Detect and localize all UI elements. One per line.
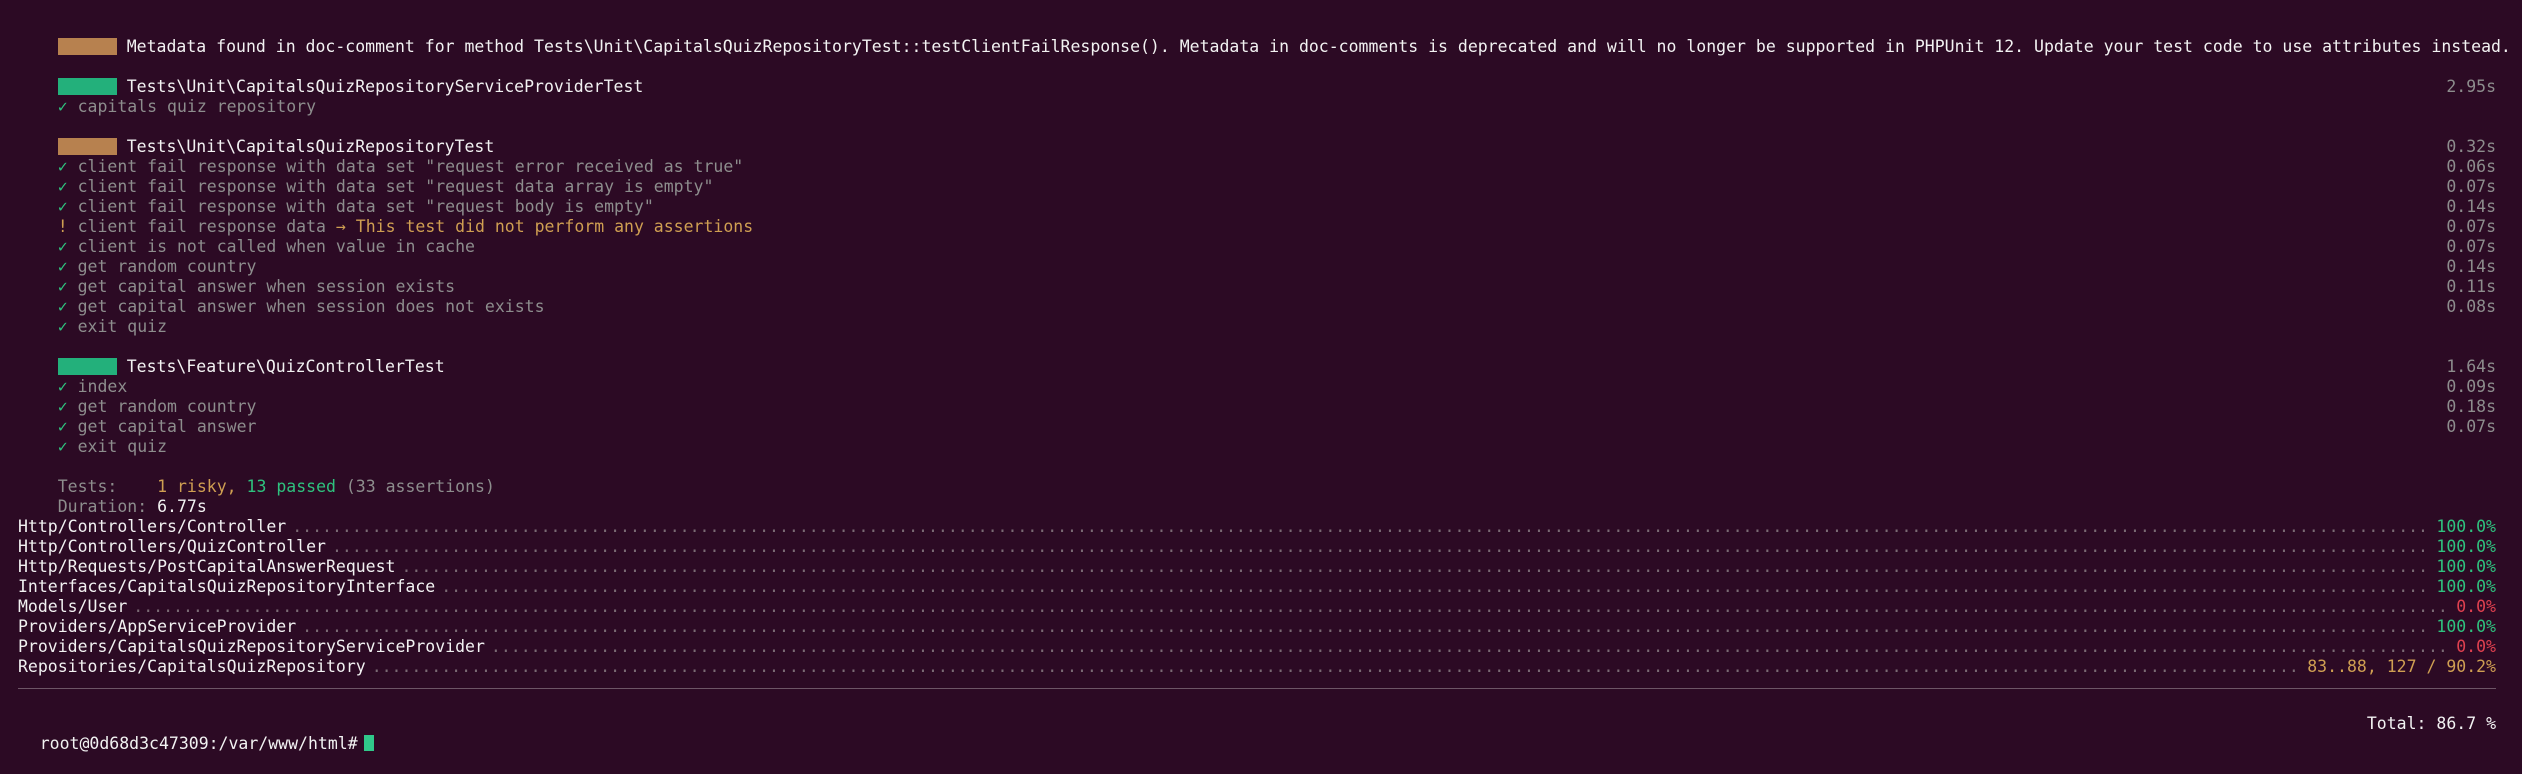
coverage-file: Providers/AppServiceProvider	[18, 617, 297, 636]
tests-summary: Tests: 1 risky, 13 passed (33 assertions…	[18, 457, 2496, 496]
divider	[18, 688, 2496, 689]
coverage-file: Http/Controllers/QuizController	[18, 537, 326, 556]
duration-value: 6.77s	[157, 497, 207, 516]
test-row: ✓ client fail response with data set "re…	[18, 157, 2496, 196]
test-row: ✓ capitals quiz repository 2.95s	[18, 77, 2496, 116]
coverage-percent: 100.0%	[2436, 617, 2496, 636]
test-duration: 0.07s	[2446, 217, 2496, 236]
warning-message: Metadata found in doc-comment for method…	[126, 37, 2511, 56]
coverage-row: Providers/AppServiceProvider 100.0%	[18, 617, 2496, 637]
duration-summary: Duration: 6.77s	[18, 477, 2496, 516]
test-duration: 0.18s	[2446, 397, 2496, 416]
test-duration: 0.07s	[2446, 177, 2496, 196]
test-row: ✓ exit quiz 0.08s	[18, 297, 2496, 336]
leader-dots	[332, 537, 2430, 557]
suite-header: Tests\Unit\CapitalsQuizRepositoryService…	[18, 57, 2496, 96]
coverage-row: Repositories/CapitalsQuizRepository 83..8…	[18, 657, 2496, 677]
check-icon: ✓	[57, 317, 68, 336]
deprecation-warning: Metadata found in doc-comment for method…	[18, 17, 2511, 56]
test-row: ✓ client fail response with data set "re…	[18, 137, 2496, 176]
test-row: ✓ get capital answer when session does n…	[18, 277, 2496, 316]
coverage-row: Http/Controllers/Controller 100.0%	[18, 517, 2496, 537]
leader-dots	[133, 597, 2450, 617]
coverage-percent: 100.0%	[2436, 557, 2496, 576]
coverage-row: Models/User 0.0%	[18, 597, 2496, 617]
test-label: exit quiz	[77, 317, 168, 336]
leader-dots	[402, 557, 2431, 577]
coverage-row: Interfaces/CapitalsQuizRepositoryInterfa…	[18, 577, 2496, 597]
test-duration: 0.06s	[2446, 157, 2496, 176]
coverage-percent: 100.0%	[2436, 517, 2496, 536]
test-row: ✓ client fail response with data set "re…	[18, 177, 2496, 216]
coverage-percent: 100.0%	[2436, 577, 2496, 596]
coverage-file: Http/Requests/PostCapitalAnswerRequest	[18, 557, 396, 576]
coverage-percent: 83..88, 127 / 90.2%	[2307, 657, 2496, 676]
coverage-file: Interfaces/CapitalsQuizRepositoryInterfa…	[18, 577, 436, 596]
check-icon: ✓	[57, 437, 68, 456]
suite-header: Tests\Unit\CapitalsQuizRepositoryTest	[18, 117, 2496, 156]
test-row: ✓ get random country 0.09s	[18, 377, 2496, 416]
test-row: ✓ exit quiz 0.07s	[18, 417, 2496, 456]
coverage-file: Providers/CapitalsQuizRepositoryServiceP…	[18, 637, 485, 656]
leader-dots	[441, 577, 2430, 597]
leader-dots	[372, 657, 2302, 677]
prompt-text: root@0d68d3c47309:/var/www/html#	[39, 734, 358, 753]
test-row: ✓ get capital answer 0.18s	[18, 397, 2496, 436]
coverage-percent: 0.0%	[2456, 637, 2496, 656]
coverage-file: Models/User	[18, 597, 128, 616]
coverage-total: Total: 86.7 %	[18, 694, 2496, 733]
coverage-file: Repositories/CapitalsQuizRepository	[18, 657, 366, 676]
leader-dots	[302, 617, 2430, 637]
check-icon: ✓	[57, 97, 68, 116]
test-row: ✓ client is not called when value in cac…	[18, 217, 2496, 256]
terminal-window[interactable]: Metadata found in doc-comment for method…	[0, 0, 2522, 753]
coverage-row: Http/Controllers/QuizController 100.0%	[18, 537, 2496, 557]
suite-header: Tests\Feature\QuizControllerTest	[18, 337, 2496, 376]
warn-badge	[57, 38, 117, 55]
test-duration: 0.07s	[2446, 237, 2496, 256]
test-duration: 0.11s	[2446, 277, 2496, 296]
test-duration: 0.14s	[2446, 257, 2496, 276]
shell-prompt[interactable]: root@0d68d3c47309:/var/www/html#	[0, 714, 374, 774]
test-row: ✓ index 1.64s	[18, 357, 2496, 396]
total-value: Total: 86.7 %	[2366, 714, 2496, 733]
leader-dots	[292, 517, 2430, 537]
test-duration: 1.64s	[2446, 357, 2496, 376]
coverage-row: Providers/CapitalsQuizRepositoryServiceP…	[18, 637, 2496, 657]
cursor-icon	[363, 735, 374, 751]
test-row: ✓ get random country 0.07s	[18, 237, 2496, 276]
test-row-risky: ! client fail response data → This test …	[18, 197, 2496, 236]
test-label: capitals quiz repository	[77, 97, 317, 116]
test-duration: 0.09s	[2446, 377, 2496, 396]
coverage-percent: 0.0%	[2456, 597, 2496, 616]
coverage-percent: 100.0%	[2436, 537, 2496, 556]
duration-label: Duration:	[57, 497, 148, 516]
coverage-row: Http/Requests/PostCapitalAnswerRequest 10…	[18, 557, 2496, 577]
leader-dots	[491, 637, 2450, 657]
test-duration: 0.07s	[2446, 417, 2496, 436]
test-label: exit quiz	[77, 437, 168, 456]
test-row: ✓ get capital answer when session exists…	[18, 257, 2496, 296]
coverage-file: Http/Controllers/Controller	[18, 517, 287, 536]
test-duration: 0.32s	[2446, 137, 2496, 156]
test-duration: 0.08s	[2446, 297, 2496, 316]
test-duration: 2.95s	[2446, 77, 2496, 96]
test-duration: 0.14s	[2446, 197, 2496, 216]
